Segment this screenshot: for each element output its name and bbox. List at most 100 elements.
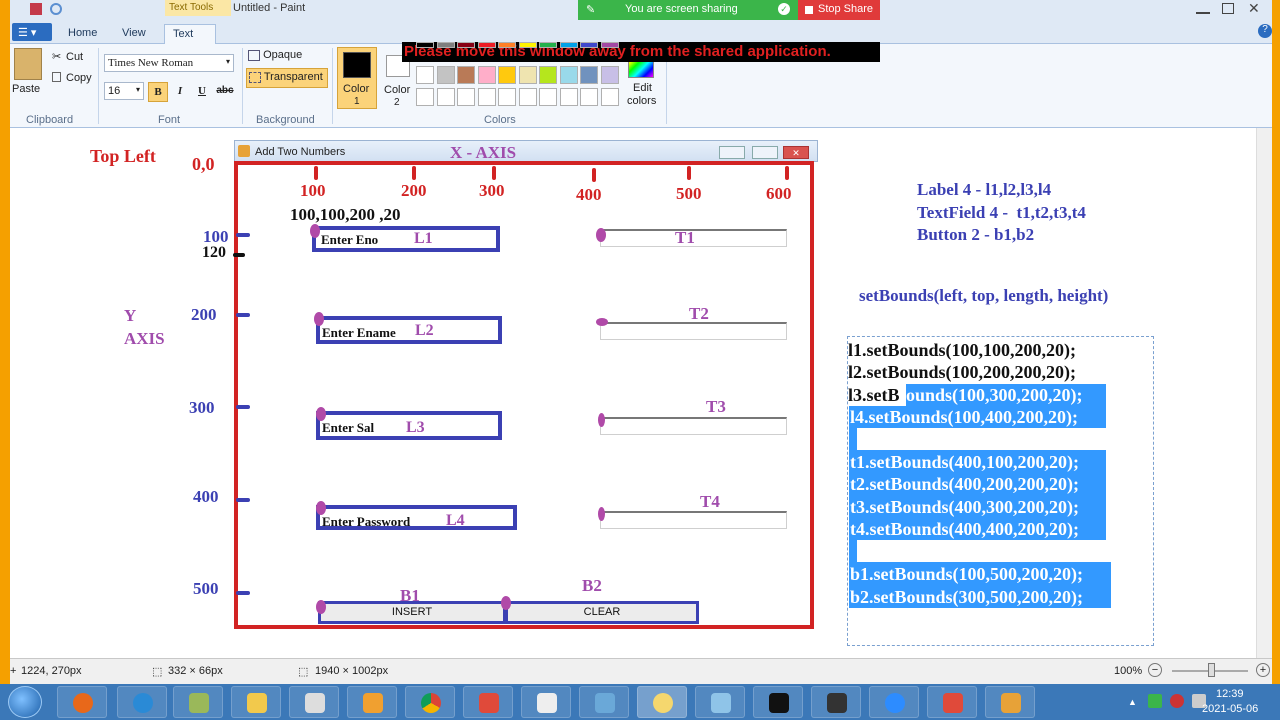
minimize-icon[interactable] [1196, 4, 1210, 14]
color1-button[interactable]: Color 1 [337, 47, 377, 109]
taskbar-cmd[interactable] [753, 686, 803, 718]
close-icon[interactable]: ✕ [783, 146, 809, 159]
color-swatch[interactable] [539, 66, 557, 84]
taskbar-paint[interactable] [637, 686, 687, 718]
color-swatch[interactable] [498, 88, 516, 106]
shield-check-icon: ✓ [778, 3, 790, 15]
paste-icon[interactable] [14, 48, 42, 80]
taskbar-chrome[interactable] [405, 686, 455, 718]
y-tick-mark [236, 233, 250, 237]
color-swatch[interactable] [457, 66, 475, 84]
zoom-slider-thumb[interactable] [1208, 663, 1215, 677]
cut-button[interactable]: Cut [66, 51, 83, 63]
color-swatch[interactable] [600, 66, 619, 84]
color-swatch[interactable] [457, 88, 475, 106]
color-swatch[interactable] [580, 88, 598, 106]
color-swatch[interactable] [457, 42, 475, 48]
taskbar-java[interactable] [985, 686, 1035, 718]
color-swatch[interactable] [580, 66, 598, 84]
textfield-t4[interactable] [600, 511, 787, 529]
maximize-icon[interactable] [1222, 3, 1234, 14]
color-swatch[interactable] [477, 42, 496, 48]
tray-arrow-icon[interactable]: ▲ [1128, 697, 1137, 707]
color-swatch[interactable] [498, 66, 516, 84]
zoom-out-icon[interactable]: − [1148, 663, 1162, 677]
textfield-t3[interactable] [600, 417, 787, 435]
color-swatch[interactable] [477, 66, 496, 84]
git-icon [943, 693, 963, 713]
zoom-in-icon[interactable]: + [1256, 663, 1270, 677]
color-swatch[interactable] [559, 88, 578, 106]
maximize-icon[interactable] [752, 146, 778, 159]
vertical-scrollbar[interactable] [1256, 128, 1272, 658]
save-icon[interactable] [30, 3, 42, 15]
taskbar-app-2[interactable] [289, 686, 339, 718]
taskbar-firefox[interactable] [57, 686, 107, 718]
clock-time[interactable]: 12:39 [1216, 688, 1244, 700]
taskbar-sql[interactable] [811, 686, 861, 718]
color-swatch[interactable] [477, 88, 496, 106]
x-axis-label: X - AXIS [450, 143, 517, 162]
taskbar-explorer[interactable] [231, 686, 281, 718]
folder-icon [247, 693, 267, 713]
font-family-select[interactable]: Times New Roman ▾ [104, 54, 234, 72]
start-button[interactable] [8, 686, 42, 718]
color-swatch[interactable] [436, 88, 455, 106]
clear-button[interactable]: CLEAR [505, 601, 699, 624]
taskbar-git-2[interactable] [927, 686, 977, 718]
window-title: Untitled - Paint [233, 2, 306, 14]
paste-button[interactable]: Paste [12, 83, 40, 95]
color-swatch[interactable] [518, 88, 537, 106]
color-swatch[interactable] [416, 88, 434, 106]
tab-view[interactable]: View [114, 24, 154, 44]
taskbar-git[interactable] [463, 686, 513, 718]
strikethrough-button[interactable]: abc [214, 82, 236, 102]
color-swatch[interactable] [600, 88, 619, 106]
bold-button[interactable]: B [148, 82, 168, 102]
color-swatch[interactable] [559, 66, 578, 84]
opaque-button[interactable]: Opaque [248, 49, 302, 61]
edit-colors-label-2[interactable]: colors [627, 95, 656, 107]
tray-app-icon[interactable] [1148, 694, 1162, 708]
insert-button[interactable]: INSERT [318, 601, 506, 624]
underline-button[interactable]: U [192, 82, 212, 102]
y-tick-label: 200 [191, 305, 217, 324]
tab-text[interactable]: Text [164, 24, 216, 44]
taskbar-photos[interactable] [579, 686, 629, 718]
color-swatch[interactable] [436, 42, 455, 48]
font-size-select[interactable]: 16 ▾ [104, 82, 144, 100]
textfield-t2[interactable] [600, 322, 787, 340]
copy-button[interactable]: Copy [66, 72, 92, 84]
italic-button[interactable]: I [170, 82, 190, 102]
taskbar-media[interactable] [347, 686, 397, 718]
color-swatch[interactable] [518, 42, 537, 48]
taskbar-app-3[interactable] [695, 686, 745, 718]
close-icon[interactable]: ✕ [1248, 0, 1260, 17]
edit-colors-label[interactable]: Edit [633, 82, 652, 94]
color-swatch[interactable] [600, 42, 619, 48]
color-swatch[interactable] [559, 42, 578, 48]
undo-icon[interactable] [50, 3, 62, 15]
x-tick-label: 400 [576, 185, 602, 204]
color-swatch[interactable] [539, 42, 557, 48]
taskbar-app[interactable] [173, 686, 223, 718]
taskbar-editor[interactable] [521, 686, 571, 718]
transparent-button[interactable]: Transparent [246, 68, 328, 88]
color-swatch[interactable] [416, 42, 434, 48]
taskbar-internet-explorer[interactable] [117, 686, 167, 718]
minimize-icon[interactable] [719, 146, 745, 159]
app-menu-button[interactable]: ☰ ▾ [12, 23, 52, 41]
color-swatch[interactable] [498, 42, 516, 48]
clock-date[interactable]: 2021-05-06 [1202, 703, 1258, 715]
color-swatch[interactable] [539, 88, 557, 106]
help-icon[interactable]: ? [1258, 24, 1272, 38]
stop-share-button[interactable]: Stop Share [798, 0, 880, 20]
taskbar-zoom[interactable] [869, 686, 919, 718]
code-line-t3: t3.setBounds(400,300,200,20); [850, 497, 1080, 517]
color-swatch[interactable] [436, 66, 455, 84]
color-swatch[interactable] [518, 66, 537, 84]
color-swatch[interactable] [580, 42, 598, 48]
tray-network-icon[interactable] [1170, 694, 1184, 708]
color-swatch[interactable] [416, 66, 434, 84]
tab-home[interactable]: Home [60, 24, 105, 44]
